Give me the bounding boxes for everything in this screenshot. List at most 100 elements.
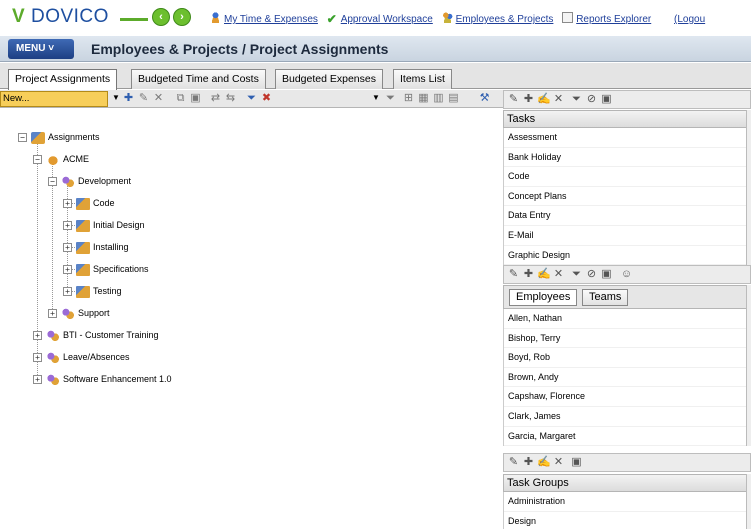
employees-list: Allen, Nathan Bishop, Terry Boyd, Rob Br… [503,309,747,446]
tree-task-initial-design[interactable]: + Initial Design [63,217,145,233]
logout-link[interactable]: (Logou [674,14,705,25]
tree-project-support[interactable]: + Support [48,305,110,321]
tree-client-acme[interactable]: − ACME [33,151,89,167]
collapse-icon[interactable]: − [18,133,27,143]
collapse-icon[interactable]: − [33,155,42,165]
tree-project-bti[interactable]: + BTI - Customer Training [33,327,159,343]
assign-icon[interactable]: ✚ [122,92,135,105]
tree-project-leave[interactable]: + Leave/Absences [33,349,130,365]
move-icon[interactable]: ⇄ [209,92,222,105]
forward-arrow-icon[interactable]: › [173,8,191,26]
view-icon[interactable]: ▣ [600,268,613,281]
new-icon[interactable]: ✎ [507,93,520,106]
new-dropdown-arrow-icon[interactable]: ▼ [112,90,120,106]
list-item[interactable]: Administration [504,492,747,512]
clear-filter-icon[interactable]: ✖ [260,92,273,105]
expand-icon[interactable]: + [63,199,72,209]
tab-teams[interactable]: Teams [582,289,629,306]
tab-project-assignments[interactable]: Project Assignments [8,69,118,90]
new-icon[interactable]: ✎ [507,268,520,281]
list-item[interactable]: Code [504,167,747,187]
tabs-row: Project Assignments Budgeted Time and Co… [0,63,751,90]
filter-icon[interactable]: ⏷ [570,93,583,106]
my-time-expenses-link[interactable]: My Time & Expenses [224,14,318,25]
tree-line [37,137,38,381]
clear-filter-icon[interactable]: ⊘ [585,93,598,106]
tab-budgeted-expenses[interactable]: Budgeted Expenses [275,69,383,89]
filter-view-icon[interactable]: ⏷ [384,92,397,105]
reports-explorer-link[interactable]: Reports Explorer [576,14,651,25]
view-dropdown-arrow-icon[interactable]: ▼ [372,90,380,106]
collapse-icon[interactable]: − [48,177,57,187]
edit-icon[interactable]: ✍ [537,456,551,469]
delete-icon[interactable]: ✕ [152,92,165,105]
tree-task-specifications[interactable]: + Specifications [63,261,149,277]
tree-root[interactable]: − Assignments [18,129,100,145]
filter-icon[interactable]: ⏷ [245,92,258,105]
clear-filter-icon[interactable]: ⊘ [585,268,598,281]
edit-icon[interactable]: ✍ [537,268,551,281]
columns-icon[interactable]: ▥ [432,92,445,105]
menu-button[interactable]: MENU ˅ [8,39,74,59]
paste-icon[interactable]: ▣ [189,92,202,105]
view-icon[interactable]: ▣ [600,93,613,106]
list-item[interactable]: Assessment [504,128,747,148]
edit-icon[interactable]: ✍ [537,93,551,106]
expand-icon[interactable]: + [33,353,42,363]
tree-project-software[interactable]: + Software Enhancement 1.0 [33,371,172,387]
list-item[interactable]: Brown, Andy [504,368,747,388]
list-item[interactable]: Boyd, Rob [504,348,747,368]
tab-budgeted-time-costs[interactable]: Budgeted Time and Costs [131,69,266,89]
people-icon[interactable]: ☺ [620,268,633,281]
approval-workspace-link[interactable]: Approval Workspace [341,14,433,25]
add-icon[interactable]: ✚ [522,268,535,281]
list-item[interactable]: Bishop, Terry [504,329,747,349]
view-icon[interactable]: ▣ [570,456,583,469]
list-item[interactable]: Data Entry [504,206,747,226]
back-arrow-icon[interactable]: ‹ [152,8,170,26]
task-groups-scrollbar[interactable] [746,474,751,529]
list-item[interactable]: Graphic Design [504,246,747,265]
expand-icon[interactable]: + [63,221,72,231]
copy-icon[interactable]: ⧉ [174,92,187,105]
tab-items-list[interactable]: Items List [393,69,452,89]
expand-icon[interactable]: + [63,243,72,253]
new-icon[interactable]: ✎ [507,456,520,469]
tools-icon[interactable]: ⚒ [478,92,491,105]
expand-icon[interactable]: + [33,375,42,385]
delete-icon[interactable]: ✕ [552,268,565,281]
expand-icon[interactable]: + [63,287,72,297]
details-icon[interactable]: ▤ [447,92,460,105]
tree-task-installing[interactable]: + Installing [63,239,129,255]
add-icon[interactable]: ✚ [522,456,535,469]
expand-icon[interactable]: + [48,309,57,319]
merge-icon[interactable]: ⇆ [224,92,237,105]
new-item-select[interactable]: New... [0,91,108,107]
list-item[interactable]: Design [504,512,747,529]
delete-icon[interactable]: ✕ [552,456,565,469]
grid-icon[interactable]: ▦ [417,92,430,105]
tree-task-code[interactable]: + Code [63,195,115,211]
add-icon[interactable]: ✚ [522,93,535,106]
employees-projects-link[interactable]: Employees & Projects [456,14,554,25]
tasks-scrollbar[interactable] [746,110,751,265]
list-item[interactable]: Allen, Nathan [504,309,747,329]
list-item[interactable]: E-Mail [504,226,747,246]
filter-icon[interactable]: ⏷ [570,268,583,281]
list-item[interactable]: Capshaw, Florence [504,387,747,407]
list-item[interactable]: Clark, James [504,407,747,427]
list-item[interactable]: Bank Holiday [504,148,747,168]
list-item[interactable]: Concept Plans [504,187,747,207]
left-toolbar: New... ▼ ✚ ✎ ✕ ⧉ ▣ ⇄ ⇆ ⏷ ✖ ▼ ⏷ ⊞ ▦ ▥ ▤ ⚒ [0,90,503,108]
expand-icon[interactable]: ⊞ [402,92,415,105]
edit-icon[interactable]: ✎ [137,92,150,105]
employees-scrollbar[interactable] [746,285,751,446]
tree-project-development[interactable]: − Development [48,173,131,189]
list-item[interactable]: Garcia, Margaret [504,427,747,446]
tab-employees[interactable]: Employees [509,289,578,306]
top-links: My Time & Expenses ✔ Approval Workspace E… [210,12,711,26]
expand-icon[interactable]: + [33,331,42,341]
tree-task-testing[interactable]: + Testing [63,283,122,299]
expand-icon[interactable]: + [63,265,72,275]
delete-icon[interactable]: ✕ [552,93,565,106]
